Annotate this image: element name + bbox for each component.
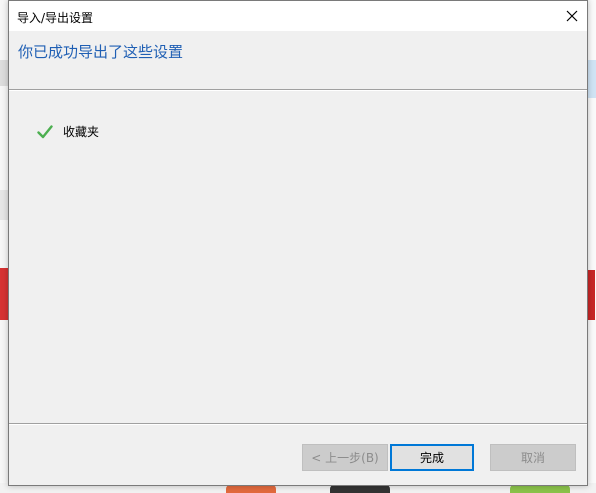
close-button[interactable]: [557, 1, 587, 31]
item-label-favorites: 收藏夹: [63, 125, 100, 139]
back-button[interactable]: < 上一步(B): [302, 444, 388, 471]
cancel-button[interactable]: 取消: [490, 444, 576, 471]
dialog-content: 收藏夹: [9, 91, 587, 423]
page-heading: 你已成功导出了这些设置: [18, 43, 184, 61]
check-icon: [37, 124, 53, 138]
import-export-dialog: 导入/导出设置 你已成功导出了这些设置 收藏夹 < 上一步(B) 完成 取消: [8, 0, 588, 486]
close-icon: [566, 10, 578, 22]
finish-button[interactable]: 完成: [390, 444, 474, 471]
dialog-header: 你已成功导出了这些设置: [9, 31, 587, 89]
list-item: 收藏夹: [37, 123, 99, 140]
dialog-title: 导入/导出设置: [17, 11, 94, 25]
dialog-titlebar[interactable]: 导入/导出设置: [9, 1, 587, 31]
footer-divider: [9, 423, 587, 425]
